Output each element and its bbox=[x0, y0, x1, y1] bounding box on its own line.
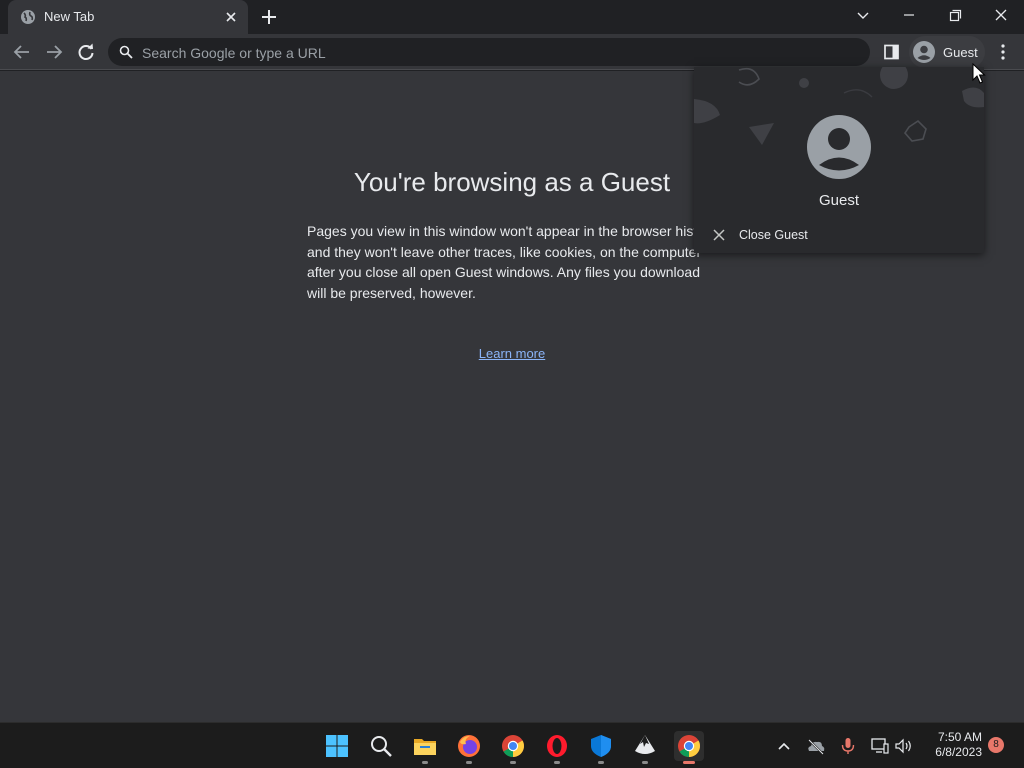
side-panel-icon[interactable] bbox=[883, 43, 901, 61]
windows-start-icon bbox=[326, 735, 348, 757]
omnibox[interactable]: Search Google or type a URL bbox=[108, 38, 870, 66]
firefox-icon bbox=[458, 735, 480, 757]
reload-icon[interactable] bbox=[75, 41, 97, 63]
microphone-icon[interactable] bbox=[838, 736, 858, 756]
file-explorer-button[interactable] bbox=[410, 731, 440, 764]
more-menu-icon[interactable] bbox=[994, 42, 1012, 62]
inkscape-button[interactable] bbox=[630, 731, 660, 764]
clock-date: 6/8/2023 bbox=[935, 745, 982, 759]
tray-overflow-chevron-icon[interactable] bbox=[774, 736, 794, 756]
new-tab-icon[interactable] bbox=[259, 7, 279, 27]
chrome-guest-button-active[interactable] bbox=[674, 731, 704, 764]
running-indicator bbox=[554, 761, 560, 764]
chrome-button[interactable] bbox=[498, 731, 528, 764]
chrome-icon bbox=[678, 735, 700, 757]
inkscape-icon bbox=[635, 735, 655, 754]
opera-icon bbox=[547, 735, 567, 757]
tab-title: New Tab bbox=[44, 9, 95, 24]
firefox-button[interactable] bbox=[454, 731, 484, 764]
taskbar-search-button[interactable] bbox=[366, 731, 396, 761]
active-indicator bbox=[683, 761, 695, 764]
notification-badge[interactable]: 8 bbox=[988, 737, 1004, 753]
page-description: Pages you view in this window won't appe… bbox=[307, 223, 717, 301]
tab-close-icon[interactable] bbox=[222, 8, 240, 26]
back-arrow-icon[interactable] bbox=[11, 41, 33, 63]
omnibox-placeholder: Search Google or type a URL bbox=[142, 45, 326, 61]
search-icon bbox=[371, 736, 392, 757]
start-button[interactable] bbox=[322, 731, 352, 761]
volume-icon[interactable] bbox=[893, 736, 913, 756]
running-indicator bbox=[466, 761, 472, 764]
close-guest-label: Close Guest bbox=[739, 228, 808, 242]
tab-strip: New Tab bbox=[0, 0, 1024, 34]
forward-arrow-icon[interactable] bbox=[43, 41, 65, 63]
toolbar: Search Google or type a URL Guest bbox=[0, 34, 1024, 70]
guest-avatar-large-icon bbox=[807, 115, 871, 179]
network-icon[interactable] bbox=[870, 736, 890, 756]
profile-name: Guest bbox=[943, 45, 978, 60]
taskbar: 7:50 AM 6/8/2023 8 bbox=[0, 722, 1024, 768]
file-explorer-icon bbox=[414, 739, 436, 755]
chrome-icon bbox=[502, 735, 524, 757]
profile-popup: Guest Close Guest bbox=[694, 67, 984, 253]
learn-more-link[interactable]: Learn more bbox=[479, 346, 545, 361]
tab-new-tab[interactable]: New Tab bbox=[8, 0, 248, 34]
tab-search-chevron-icon[interactable] bbox=[851, 5, 875, 27]
popup-profile-name: Guest bbox=[818, 192, 860, 209]
running-indicator bbox=[510, 761, 516, 764]
running-indicator bbox=[598, 761, 604, 764]
guest-avatar-icon bbox=[913, 41, 935, 63]
close-icon bbox=[713, 229, 725, 241]
taskbar-clock[interactable]: 7:50 AM 6/8/2023 bbox=[920, 730, 982, 760]
restore-icon[interactable] bbox=[943, 5, 967, 27]
running-indicator bbox=[422, 761, 428, 764]
clock-time: 7:50 AM bbox=[937, 730, 982, 744]
running-indicator bbox=[642, 761, 648, 764]
defender-shield-icon bbox=[591, 735, 611, 757]
globe-icon bbox=[21, 10, 35, 24]
windows-security-button[interactable] bbox=[586, 731, 616, 764]
close-guest-button[interactable]: Close Guest bbox=[708, 225, 970, 245]
mouse-cursor-icon bbox=[972, 63, 986, 84]
onedrive-offline-icon[interactable] bbox=[806, 736, 826, 756]
search-icon bbox=[119, 45, 133, 59]
opera-button[interactable] bbox=[542, 731, 572, 764]
window-close-icon[interactable] bbox=[989, 5, 1013, 27]
minimize-icon[interactable] bbox=[897, 5, 921, 27]
